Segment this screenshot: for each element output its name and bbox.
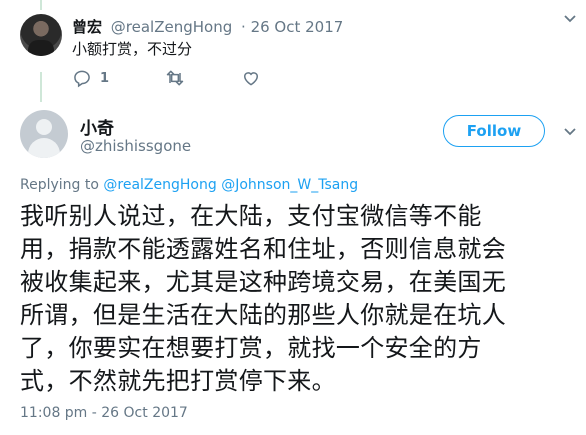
heart-icon bbox=[244, 72, 259, 86]
tweet-text: 我听别人说过，在大陆，支付宝微信等不能 用，捐款不能透露姓名和住址，否则信息就会… bbox=[20, 200, 572, 398]
follow-button[interactable]: Follow bbox=[443, 115, 545, 147]
tweet-text-line: 用，捐款不能透露姓名和住址，否则信息就会 bbox=[20, 235, 506, 263]
parent-header: 曾宏 @realZengHong · 26 Oct 2017 bbox=[72, 16, 343, 37]
mention-link[interactable]: @realZengHong bbox=[103, 177, 216, 193]
like-button[interactable] bbox=[241, 68, 261, 88]
chevron-down-icon[interactable] bbox=[563, 14, 577, 24]
tweet-timestamp[interactable]: 11:08 pm - 26 Oct 2017 bbox=[20, 405, 188, 421]
parent-handle[interactable]: @realZengHong bbox=[111, 18, 232, 36]
chevron-down-icon[interactable] bbox=[563, 127, 577, 137]
reply-icon bbox=[74, 70, 90, 88]
parent-actions: 1 bbox=[72, 68, 317, 88]
replying-prefix: Replying to bbox=[20, 177, 99, 193]
parent-date[interactable]: · 26 Oct 2017 bbox=[241, 18, 343, 36]
parent-tweet-text: 小额打赏，不过分 bbox=[72, 40, 193, 58]
parent-avatar[interactable] bbox=[20, 14, 62, 56]
reply-button[interactable]: 1 bbox=[72, 68, 109, 88]
tweet-text-line: 我听别人说过，在大陆，支付宝微信等不能 bbox=[20, 202, 482, 230]
parent-name[interactable]: 曾宏 bbox=[72, 18, 102, 36]
reply-count: 1 bbox=[100, 70, 110, 86]
main-name[interactable]: 小奇 bbox=[80, 114, 114, 139]
tweet-text-line: 被收集起来，尤其是这种跨境交易，在美国无 bbox=[20, 268, 506, 296]
retweet-button[interactable] bbox=[165, 68, 185, 88]
tweet-text-line: 所谓，但是生活在大陆的那些人你就是在坑人 bbox=[20, 301, 506, 329]
tweet-text-line: 式，不然就先把打赏停下来。 bbox=[20, 367, 336, 395]
tweet-text-line: 了，你要实在想要打赏，就找一个安全的方 bbox=[20, 334, 482, 362]
main-handle[interactable]: @zhishissgone bbox=[80, 137, 191, 155]
thread-line bbox=[40, 0, 42, 10]
replying-to: Replying to @realZengHong @Johnson_W_Tsa… bbox=[20, 177, 358, 193]
main-avatar[interactable] bbox=[20, 110, 68, 158]
retweet-icon bbox=[166, 70, 184, 86]
thread-line bbox=[40, 72, 42, 102]
mention-link[interactable]: @Johnson_W_Tsang bbox=[221, 177, 358, 193]
